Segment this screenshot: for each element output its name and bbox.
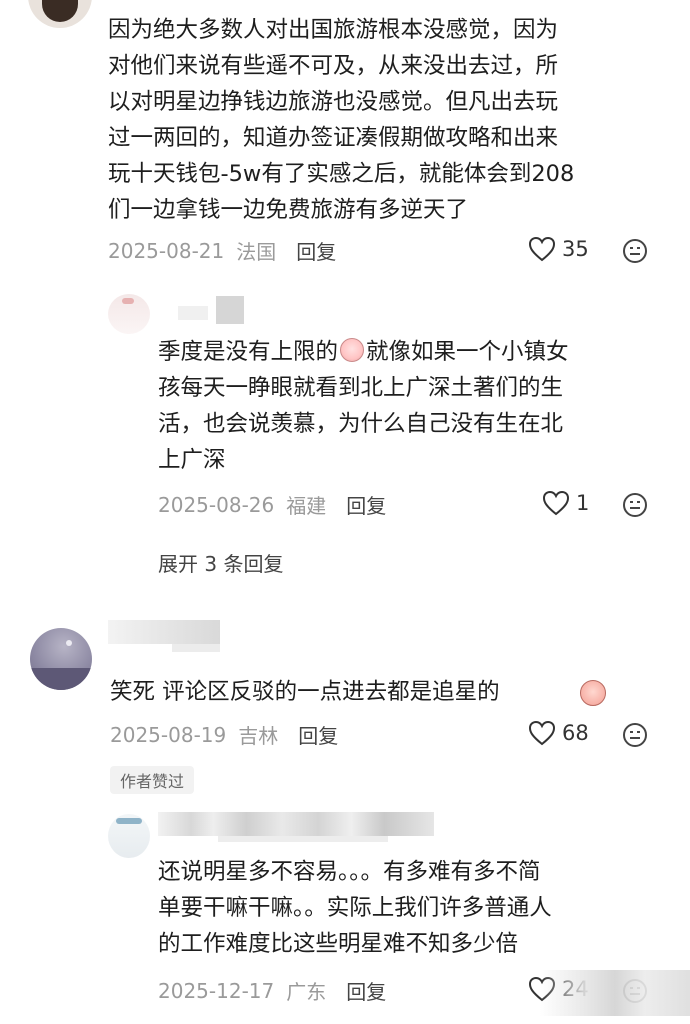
reply-location: 广东 xyxy=(286,980,327,1004)
reply-date: 2025-08-26 xyxy=(158,492,275,517)
dislike-button[interactable] xyxy=(622,722,648,748)
reply-button[interactable]: 回复 xyxy=(298,720,338,749)
like-button[interactable]: 35 xyxy=(528,236,589,262)
reply-line: 孩每天一睁眼就看到北上广深土著们的生 xyxy=(158,375,564,401)
comment-date: 2025-08-19 xyxy=(110,722,227,747)
author-liked-badge: 作者赞过 xyxy=(110,766,195,794)
reply-line: 的工作难度比这些明星难不知多少倍 xyxy=(158,931,519,957)
comment-text: 笑死 评论区反驳的一点进去都是追星的 xyxy=(110,679,500,705)
avatar[interactable] xyxy=(30,628,92,690)
like-count: 35 xyxy=(562,237,589,261)
like-count: 1 xyxy=(576,491,590,515)
comment-line: 以对明星边挣钱边旅游也没感觉。但凡出去玩 xyxy=(108,89,559,115)
username[interactable] xyxy=(158,296,246,324)
like-button[interactable]: 1 xyxy=(542,490,589,516)
reply-button[interactable]: 回复 xyxy=(346,976,386,1005)
expand-replies-link[interactable]: 展开 3 条回复 xyxy=(158,548,283,577)
like-count: 68 xyxy=(562,721,589,745)
heart-icon xyxy=(542,490,570,516)
reply-text-part: 季度是没有上限的 xyxy=(158,339,339,365)
dislike-face-icon xyxy=(622,492,648,518)
avatar[interactable] xyxy=(28,0,92,28)
dislike-button[interactable] xyxy=(622,238,648,264)
comment-date: 2025-08-21 xyxy=(108,238,225,263)
reply-avatar[interactable] xyxy=(108,294,150,334)
reply-avatar[interactable] xyxy=(108,814,150,858)
dislike-button[interactable] xyxy=(622,492,648,518)
like-button[interactable]: 68 xyxy=(528,720,589,746)
reply-text: 还说明星多不容易。。。有多难有多不简 单要干嘛干嘛。。实际上我们许多普通人 的工… xyxy=(158,854,552,962)
comment-line: 过一两回的，知道办签证凑假期做攻略和出来 xyxy=(108,125,559,151)
reply-line: 单要干嘛干嘛。。实际上我们许多普通人 xyxy=(158,895,552,921)
reply-line: 活，也会说羡慕，为什么自己没有生在北 xyxy=(158,411,564,437)
reply-date: 2025-12-17 xyxy=(158,978,275,1003)
laugh-cry-emoji xyxy=(340,338,365,362)
reply-meta: 2025-08-26 福建 回复 xyxy=(158,490,386,519)
smirk-emoji xyxy=(580,680,606,706)
comment-text: 因为绝大多数人对出国旅游根本没感觉，因为 对他们来说有些遥不可及，从来没出去过，… xyxy=(108,12,574,228)
reply-line: 季度是没有上限的 就像如果一个小镇女 xyxy=(158,334,569,370)
reply-line: 还说明星多不容易。。。有多难有多不简 xyxy=(158,859,541,885)
reply-button[interactable]: 回复 xyxy=(296,236,336,265)
heart-icon xyxy=(528,236,556,262)
comment-line: 玩十天钱包-5w有了实感之后，就能体会到208 xyxy=(108,161,575,187)
reply-button[interactable]: 回复 xyxy=(346,490,386,519)
reply-location: 福建 xyxy=(286,494,327,518)
comment-meta: 2025-08-19 吉林 回复 xyxy=(110,720,338,749)
username[interactable] xyxy=(108,620,220,656)
comment-location: 吉林 xyxy=(238,724,279,748)
reply-text-part: 就像如果一个小镇女 xyxy=(366,339,569,365)
comment-line: 因为绝大多数人对出国旅游根本没感觉，因为 xyxy=(108,17,559,43)
comment-line: 们一边拿钱一边免费旅游有多逆天了 xyxy=(108,197,469,223)
comment-meta: 2025-08-21 法国 回复 xyxy=(108,236,336,265)
comment-line: 对他们来说有些遥不可及，从来没出去过，所 xyxy=(108,53,559,79)
dislike-face-icon xyxy=(622,238,648,264)
dislike-face-icon xyxy=(622,722,648,748)
reply-text: 季度是没有上限的 就像如果一个小镇女 孩每天一睁眼就看到北上广深土著们的生 活，也… xyxy=(158,334,569,478)
heart-icon xyxy=(528,720,556,746)
reply-line: 上广深 xyxy=(158,447,226,473)
comment-location: 法国 xyxy=(236,240,277,264)
reply-meta: 2025-12-17 广东 回复 xyxy=(158,976,386,1005)
watermark xyxy=(540,970,690,1016)
username[interactable] xyxy=(158,808,434,842)
